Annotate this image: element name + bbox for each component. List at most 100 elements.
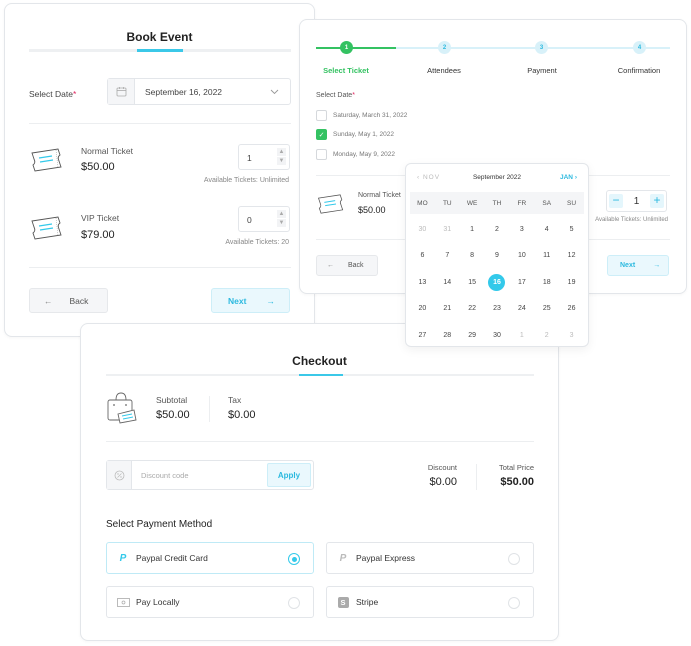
radio[interactable] — [508, 597, 520, 609]
discount-code-input[interactable] — [132, 470, 267, 480]
date-option[interactable]: ✓ Sunday, May 1, 2022 — [316, 129, 394, 140]
next-button[interactable]: Next → — [211, 288, 290, 313]
calendar-day[interactable]: 3 — [570, 332, 574, 339]
calendar-day[interactable]: 26 — [568, 305, 576, 312]
date-select[interactable]: September 16, 2022 — [107, 78, 291, 105]
step-2-dot[interactable]: 2 — [438, 41, 451, 54]
chevron-down-icon — [270, 87, 290, 97]
weekday-label: WE — [466, 199, 478, 207]
checkbox-checked[interactable]: ✓ — [316, 129, 327, 140]
calendar-day[interactable]: 14 — [443, 279, 451, 286]
payment-option-pay-locally[interactable]: Pay Locally — [106, 586, 314, 618]
calendar-day[interactable]: 19 — [568, 279, 576, 286]
ticket-name: Normal Ticket — [81, 146, 133, 156]
calendar-day[interactable]: 20 — [419, 305, 427, 312]
calendar-day[interactable]: 1 — [520, 332, 524, 339]
select-date-label-text: Select Date — [316, 92, 353, 99]
calendar-day-selected[interactable]: 16 — [488, 273, 506, 291]
step-3-label[interactable]: Payment — [502, 66, 582, 75]
checkbox[interactable] — [316, 149, 327, 160]
date-option[interactable]: Monday, May 9, 2022 — [316, 149, 395, 160]
minus-icon[interactable]: − — [609, 194, 623, 208]
calendar-day[interactable]: 24 — [518, 305, 526, 312]
calendar-day[interactable]: 22 — [468, 305, 476, 312]
calendar-day[interactable]: 7 — [445, 252, 449, 259]
calendar-day[interactable]: 21 — [443, 305, 451, 312]
calendar-day[interactable]: 17 — [518, 279, 526, 286]
calendar-day[interactable]: 3 — [520, 226, 524, 233]
calendar-day[interactable]: 28 — [443, 332, 451, 339]
calendar-day[interactable]: 2 — [545, 332, 549, 339]
divider-vertical — [476, 464, 477, 490]
calendar-day[interactable]: 10 — [518, 252, 526, 259]
plus-icon[interactable]: + — [650, 194, 664, 208]
ticket-quantity-input[interactable]: 1 ▲ ▼ — [238, 144, 290, 170]
calendar-day[interactable]: 2 — [495, 226, 499, 233]
payment-option-stripe[interactable]: S Stripe — [326, 586, 534, 618]
calendar-day[interactable]: 30 — [419, 226, 427, 233]
arrow-left-icon: ← — [44, 295, 53, 306]
required-mark: * — [352, 92, 355, 99]
increment-icon[interactable]: ▲ — [277, 210, 286, 218]
calendar-day[interactable]: 12 — [568, 252, 576, 259]
calendar-day[interactable]: 25 — [543, 305, 551, 312]
step-3-dot[interactable]: 3 — [535, 41, 548, 54]
calendar-day[interactable]: 6 — [420, 252, 424, 259]
paypal-icon: P — [119, 552, 127, 564]
stripe-icon: S — [336, 596, 350, 608]
quantity-stepper[interactable]: − 1 + — [606, 190, 667, 212]
next-month-label: JAN — [560, 174, 574, 181]
calendar-day[interactable]: 31 — [443, 226, 451, 233]
calendar-day[interactable]: 5 — [570, 226, 574, 233]
calendar-day[interactable]: 13 — [419, 279, 427, 286]
calendar-day[interactable]: 29 — [468, 332, 476, 339]
calendar-day[interactable]: 1 — [470, 226, 474, 233]
calendar-day[interactable]: 9 — [495, 252, 499, 259]
payment-method-title: Select Payment Method — [106, 519, 213, 530]
apply-button[interactable]: Apply — [267, 463, 311, 487]
calendar-day[interactable]: 8 — [470, 252, 474, 259]
step-4-label[interactable]: Confirmation — [599, 66, 679, 75]
payment-option-label: Paypal Express — [356, 553, 416, 563]
quantity-value: 1 — [633, 195, 640, 207]
calendar-day[interactable]: 15 — [468, 279, 476, 286]
decrement-icon[interactable]: ▼ — [277, 219, 286, 227]
calendar-day[interactable]: 4 — [545, 226, 549, 233]
weekday-label: TU — [442, 199, 452, 207]
ticket-name: VIP Ticket — [81, 213, 120, 223]
radio[interactable] — [288, 597, 300, 609]
calendar-day[interactable]: 18 — [543, 279, 551, 286]
ticket-name: Normal Ticket — [358, 192, 401, 199]
increment-icon[interactable]: ▲ — [277, 148, 286, 156]
step-2-label[interactable]: Attendees — [404, 66, 484, 75]
tax-label: Tax — [228, 395, 242, 405]
radio-selected[interactable] — [288, 553, 300, 565]
step-4-dot[interactable]: 4 — [633, 41, 646, 54]
next-button[interactable]: Next → — [607, 255, 669, 276]
next-month-button[interactable]: JAN › — [560, 174, 577, 181]
step-1-dot[interactable]: 1 — [340, 41, 353, 54]
radio[interactable] — [508, 553, 520, 565]
payment-option-paypal-credit-card[interactable]: P Paypal Credit Card — [106, 542, 314, 574]
calendar-day[interactable]: 11 — [543, 252, 550, 259]
select-date-label-text: Select Date — [29, 89, 73, 99]
divider — [29, 123, 291, 124]
calendar-day[interactable]: 30 — [493, 332, 501, 339]
total-price-value: $50.00 — [500, 476, 534, 488]
ticket-price: $50.00 — [81, 161, 115, 173]
calendar-day[interactable]: 23 — [493, 305, 501, 312]
ticket-quantity-input[interactable]: 0 ▲ ▼ — [238, 206, 290, 232]
percent-badge-icon — [107, 461, 132, 489]
checkbox[interactable] — [316, 110, 327, 121]
decrement-icon[interactable]: ▼ — [277, 157, 286, 165]
payment-option-paypal-express[interactable]: P Paypal Express — [326, 542, 534, 574]
book-event-title: Book Event — [126, 30, 193, 44]
date-option-label: Monday, May 9, 2022 — [333, 151, 396, 158]
check-icon: ✓ — [318, 131, 325, 139]
calendar-day[interactable]: 27 — [419, 332, 427, 339]
step-1-label[interactable]: Select Ticket — [306, 66, 386, 75]
back-button[interactable]: ← Back — [29, 288, 108, 313]
back-button[interactable]: ← Back — [316, 255, 378, 276]
date-option[interactable]: Saturday, March 31, 2022 — [316, 110, 407, 121]
title-underline-accent — [137, 49, 183, 52]
